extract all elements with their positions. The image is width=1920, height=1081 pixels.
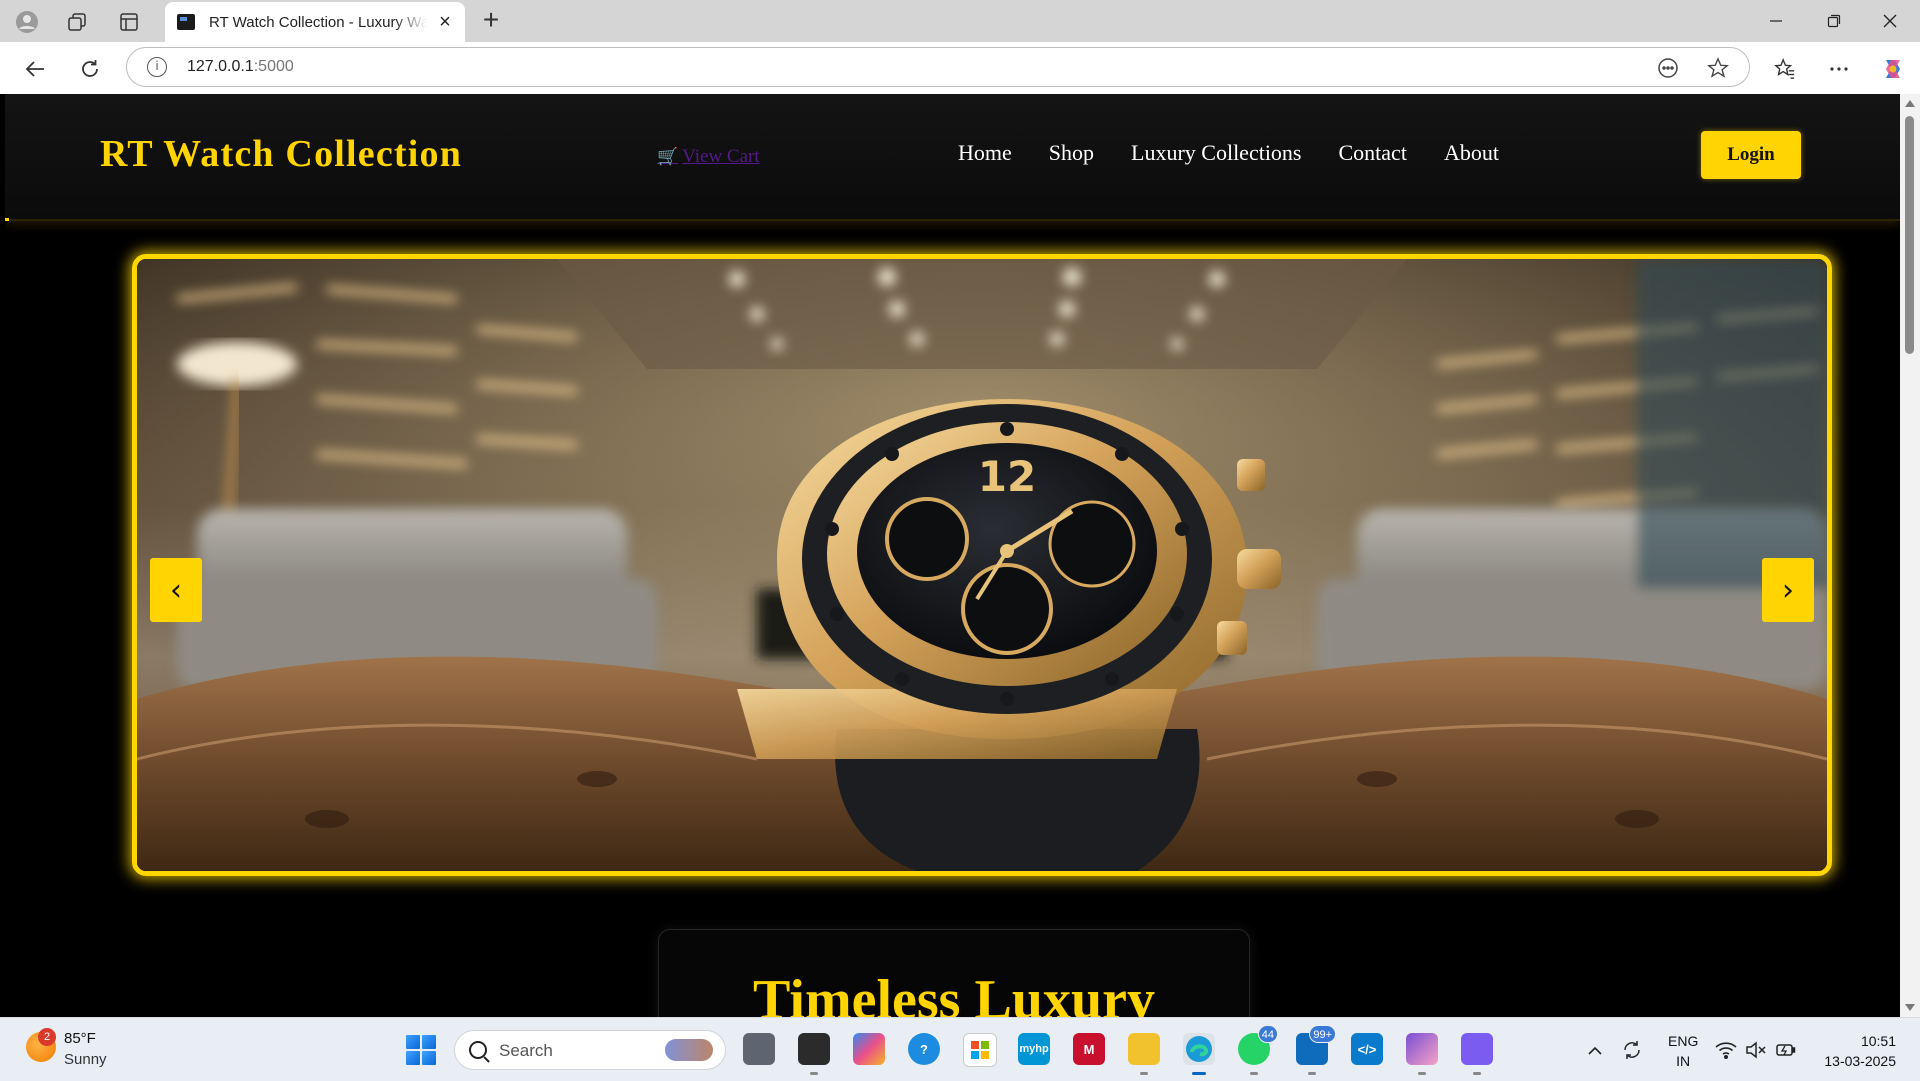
copilot-app-icon[interactable] [853,1033,885,1065]
more-options-in-url-icon[interactable] [1655,55,1681,81]
edge-browser-icon[interactable] [1183,1033,1215,1075]
weather-temperature[interactable]: 85°F [64,1030,96,1047]
nav-luxury-collections[interactable]: Luxury Collections [1131,140,1301,166]
nav-contact[interactable]: Contact [1339,140,1407,166]
refresh-icon[interactable] [75,54,105,84]
windows-start-icon[interactable] [406,1035,436,1065]
url-text: 127.0.0.1:5000 [187,58,294,75]
address-toolbar: i 127.0.0.1:5000 [0,42,1920,94]
site-favicon-icon [177,14,195,30]
search-placeholder: Search [499,1041,553,1060]
page-load-indicator [5,218,9,221]
page-viewport: RT Watch Collection 🛒 View Cart Home Shop… [5,94,1900,1017]
hero-carousel: 12 ‹ › [132,254,1832,876]
mcafee-icon[interactable]: M [1073,1033,1105,1065]
mail-badge: 99+ [1309,1025,1336,1043]
timeless-luxury-card: Timeless Luxury [658,929,1250,1017]
scroll-up-icon[interactable] [1905,100,1915,107]
mail-icon[interactable]: 99+ [1296,1025,1336,1075]
site-info-icon[interactable]: i [147,57,167,77]
favorite-star-icon[interactable] [1705,55,1731,81]
clock-time: 10:51 [1860,1033,1896,1049]
tab-active[interactable]: RT Watch Collection - Luxury Watches × [165,2,465,42]
login-button[interactable]: Login [1701,131,1801,179]
restore-icon[interactable] [1814,8,1854,34]
file-explorer-icon[interactable] [1128,1033,1160,1075]
settings-more-icon[interactable] [1824,54,1854,84]
clock-date: 13-03-2025 [1824,1053,1896,1069]
whatsapp-badge: 44 [1257,1025,1278,1043]
weather-condition[interactable]: Sunny [64,1051,107,1068]
hero-watch-image: 12 [137,259,1827,871]
snipping-tool-icon[interactable] [798,1033,830,1075]
view-cart-link[interactable]: 🛒 View Cart [657,146,760,168]
tab-actions-icon[interactable] [116,9,142,35]
myhp-icon[interactable]: myhp [1018,1033,1050,1065]
scroll-down-icon[interactable] [1905,1004,1915,1011]
svg-text:12: 12 [978,452,1036,501]
language-indicator[interactable]: ENG IN [1668,1031,1698,1071]
nav-shop[interactable]: Shop [1049,140,1094,166]
brand-logo[interactable]: RT Watch Collection [100,132,462,176]
task-view-icon[interactable] [743,1033,775,1065]
back-icon[interactable] [20,54,50,84]
taskbar-search[interactable]: Search [454,1030,726,1070]
address-bar[interactable]: i 127.0.0.1:5000 [126,47,1750,87]
window-close-icon[interactable] [1870,8,1910,34]
main-nav: Home Shop Luxury Collections Contact Abo… [958,140,1499,166]
cart-icon: 🛒 [657,147,679,166]
page-scrollbar[interactable] [1900,94,1920,1017]
scroll-thumb[interactable] [1905,116,1914,354]
site-header: RT Watch Collection 🛒 View Cart Home Shop… [5,94,1900,221]
weather-badge: 2 [38,1028,56,1046]
wifi-icon[interactable] [1714,1038,1738,1062]
carousel-next-button[interactable]: › [1762,558,1814,622]
battery-charging-icon[interactable] [1774,1038,1798,1062]
system-clock[interactable]: 10:51 13-03-2025 [1810,1031,1896,1071]
tab-close-icon[interactable]: × [435,11,455,33]
profile-icon[interactable] [14,9,40,35]
search-highlight-icon [665,1039,713,1061]
microsoft-store-icon[interactable] [963,1033,997,1067]
nav-about[interactable]: About [1444,140,1499,166]
new-tab-icon[interactable]: + [478,6,504,34]
search-icon [469,1041,487,1059]
photos-icon[interactable] [1406,1033,1438,1075]
tab-title: RT Watch Collection - Luxury Watches [209,13,427,31]
help-icon[interactable]: ? [908,1033,940,1065]
workspaces-icon[interactable] [64,9,90,35]
carousel-prev-button[interactable]: ‹ [150,558,202,622]
weather-icon[interactable]: 2 [26,1028,56,1062]
copilot-icon[interactable] [1878,54,1908,84]
section-title: Timeless Luxury [753,969,1155,1017]
nav-home[interactable]: Home [958,140,1012,166]
vscode-icon[interactable]: </> [1351,1033,1383,1065]
clipchamp-icon[interactable] [1461,1033,1493,1075]
whatsapp-icon[interactable]: 44 [1238,1025,1278,1075]
minimize-icon[interactable] [1756,8,1796,34]
windows-taskbar: 2 85°F Sunny Search ? myhp M 44 99+ </> … [0,1017,1920,1081]
favorites-icon[interactable] [1770,54,1800,84]
show-hidden-icons-chevron-icon[interactable] [1583,1038,1607,1062]
volume-muted-icon[interactable] [1744,1038,1768,1062]
browser-tab-bar: RT Watch Collection - Luxury Watches × + [0,0,1920,42]
sync-icon[interactable] [1620,1038,1644,1062]
